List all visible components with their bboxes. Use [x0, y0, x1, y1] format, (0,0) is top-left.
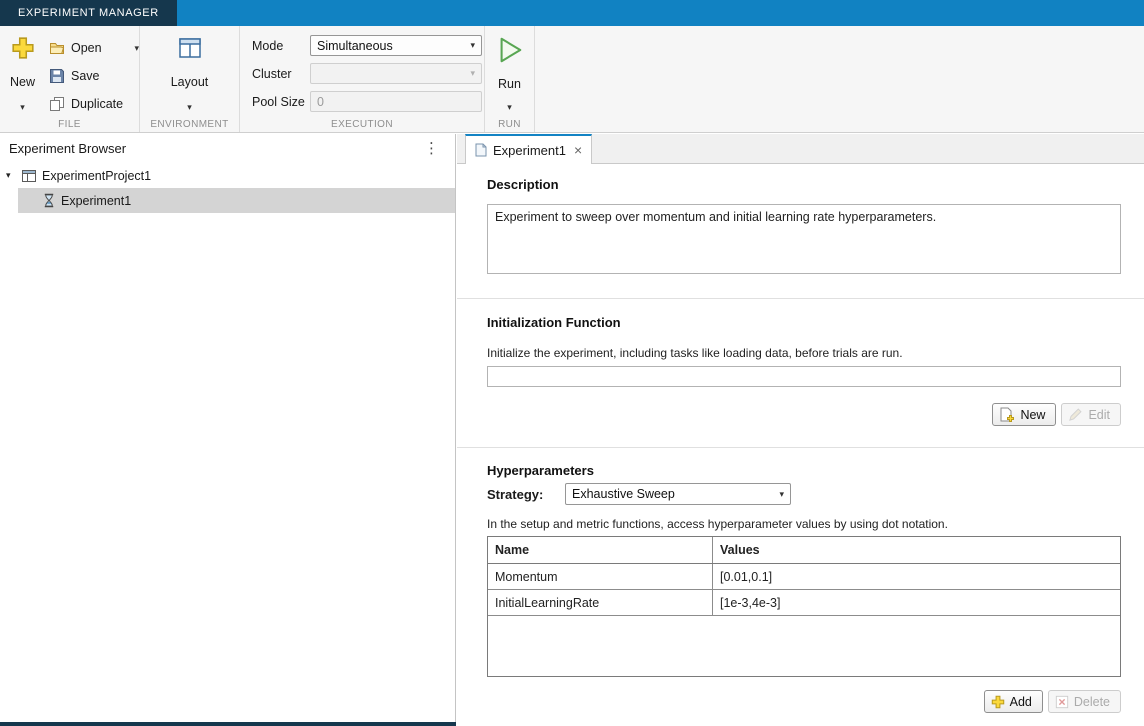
project-icon: [21, 168, 37, 184]
chevron-down-icon: ▾: [779, 488, 784, 499]
description-textarea[interactable]: Experiment to sweep over momentum and in…: [487, 204, 1121, 274]
tree-expand-icon[interactable]: ▾: [6, 170, 16, 181]
hyperparameters-hint: In the setup and metric functions, acces…: [487, 517, 948, 531]
delete-icon: [1055, 695, 1069, 709]
table-row[interactable]: Momentum [0.01,0.1]: [488, 564, 1120, 590]
add-button-label: Add: [1009, 694, 1032, 709]
duplicate-button[interactable]: Duplicate: [47, 94, 139, 114]
table-header-values[interactable]: Values: [713, 537, 1120, 563]
toolstrip-section-environment: Layout ▾ ENVIRONMENT: [140, 26, 240, 132]
table-header-row: Name Values: [488, 537, 1120, 564]
pool-size-input[interactable]: [310, 91, 482, 112]
table-empty-area: [488, 616, 1120, 676]
open-button[interactable]: Open ▾: [47, 38, 139, 58]
layout-button[interactable]: Layout ▾: [162, 34, 218, 112]
chevron-down-icon[interactable]: ▾: [507, 103, 512, 112]
titlebar: EXPERIMENT MANAGER: [0, 0, 1144, 26]
experiment-document: Description Experiment to sweep over mom…: [457, 164, 1144, 726]
section-divider: [457, 298, 1144, 299]
initialization-heading: Initialization Function: [487, 315, 621, 330]
run-icon: [496, 36, 524, 64]
tab-label: Experiment1: [493, 142, 566, 158]
new-button[interactable]: New ▾: [4, 34, 41, 112]
add-hyperparameter-button[interactable]: Add: [983, 690, 1043, 713]
strategy-value: Exhaustive Sweep: [572, 487, 675, 501]
pool-size-label: Pool Size: [252, 94, 305, 109]
strategy-dropdown[interactable]: Exhaustive Sweep ▾: [565, 483, 791, 505]
toolstrip-section-execution: Mode Simultaneous ▾ Cluster ▾ Pool Size …: [240, 26, 485, 132]
table-header-name[interactable]: Name: [488, 537, 713, 563]
save-icon: [49, 68, 65, 84]
chevron-down-icon[interactable]: ▾: [187, 103, 192, 112]
layout-button-label: Layout: [170, 74, 209, 89]
mode-value: Simultaneous: [317, 38, 393, 53]
folder-open-icon: [49, 40, 65, 56]
layout-icon: [178, 36, 202, 60]
section-label-file: FILE: [58, 119, 81, 130]
document-tabstrip: Experiment1 ×: [457, 134, 1144, 164]
chevron-down-icon: ▾: [470, 40, 475, 50]
table-cell-name[interactable]: Momentum: [488, 564, 713, 589]
table-cell-values[interactable]: [0.01,0.1]: [713, 564, 1120, 589]
document-icon: [475, 143, 487, 157]
function-new-icon: [999, 407, 1015, 423]
tree-item-label: Experiment1: [61, 193, 132, 208]
edit-icon: [1068, 407, 1083, 422]
tree-item-label: ExperimentProject1: [42, 168, 152, 183]
experiment-tree: ▾ ExperimentProject1 Experiment1: [0, 163, 455, 213]
save-button-label: Save: [71, 69, 100, 83]
experiment-icon: [42, 193, 56, 208]
section-label-environment: ENVIRONMENT: [150, 119, 229, 130]
init-new-label: New: [1020, 407, 1046, 422]
description-heading: Description: [487, 177, 559, 192]
cluster-label: Cluster: [252, 66, 292, 81]
initialization-function-input[interactable]: [487, 366, 1121, 387]
hyperparameters-table: Name Values Momentum [0.01,0.1] InitialL…: [487, 536, 1121, 677]
chevron-down-icon: ▾: [470, 68, 475, 78]
duplicate-icon: [49, 96, 65, 112]
app-tab-experiment-manager[interactable]: EXPERIMENT MANAGER: [0, 0, 177, 26]
table-cell-name[interactable]: InitialLearningRate: [488, 590, 713, 615]
bottom-edge-strip: [0, 722, 456, 726]
table-cell-values[interactable]: [1e-3,4e-3]: [713, 590, 1120, 615]
open-button-label: Open: [71, 41, 102, 55]
plus-icon: [11, 36, 35, 60]
close-icon[interactable]: ×: [574, 142, 582, 158]
section-label-run: RUN: [498, 119, 521, 130]
tab-experiment1[interactable]: Experiment1 ×: [465, 134, 593, 164]
delete-hyperparameter-button[interactable]: Delete: [1047, 690, 1121, 713]
run-button[interactable]: Run ▾: [488, 34, 532, 112]
chevron-down-icon[interactable]: ▾: [20, 103, 25, 112]
run-button-label: Run: [498, 76, 521, 91]
init-edit-label: Edit: [1088, 407, 1110, 422]
experiment-browser-panel: Experiment Browser ⋮ ▾ ExperimentProject…: [0, 134, 456, 726]
toolstrip: New ▾ Open ▾ Save Duplicate FILE Layout …: [0, 26, 1144, 133]
tree-item-project[interactable]: ▾ ExperimentProject1: [0, 163, 455, 188]
strategy-label: Strategy:: [487, 486, 544, 502]
tree-item-experiment[interactable]: Experiment1: [18, 188, 455, 213]
mode-dropdown[interactable]: Simultaneous ▾: [310, 35, 482, 56]
hyperparameters-heading: Hyperparameters: [487, 463, 594, 478]
init-edit-button[interactable]: Edit: [1061, 403, 1121, 426]
toolstrip-section-file: New ▾ Open ▾ Save Duplicate FILE: [0, 26, 140, 132]
cluster-dropdown[interactable]: ▾: [310, 63, 482, 84]
init-new-button[interactable]: New: [992, 403, 1057, 426]
save-button[interactable]: Save: [47, 66, 139, 86]
section-label-execution: EXECUTION: [331, 119, 393, 130]
kebab-menu-icon[interactable]: ⋮: [424, 141, 439, 156]
duplicate-button-label: Duplicate: [71, 97, 124, 111]
toolstrip-section-run: Run ▾ RUN: [485, 26, 535, 132]
toolstrip-filler: [535, 26, 1144, 132]
delete-button-label: Delete: [1073, 694, 1110, 709]
add-icon: [991, 695, 1005, 709]
experiment-browser-title: Experiment Browser: [9, 141, 127, 156]
section-divider: [457, 447, 1144, 448]
chevron-down-icon[interactable]: ▾: [134, 43, 139, 53]
new-button-label: New: [9, 74, 35, 89]
initialization-hint: Initialize the experiment, including tas…: [487, 346, 903, 360]
document-panel: Experiment1 × Description Experiment to …: [457, 134, 1144, 726]
mode-label: Mode: [252, 38, 284, 53]
table-row[interactable]: InitialLearningRate [1e-3,4e-3]: [488, 590, 1120, 616]
